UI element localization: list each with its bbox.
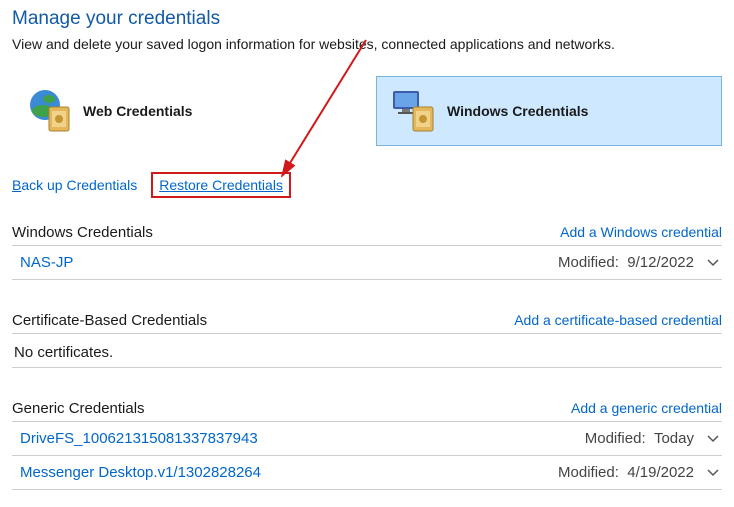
monitor-safe-icon <box>389 87 437 135</box>
restore-credentials-link[interactable]: Restore Credentials <box>159 177 283 193</box>
backup-credentials-link[interactable]: Back up Credentials <box>12 177 137 193</box>
tab-web-credentials[interactable]: Web Credentials <box>12 76 358 146</box>
section-windows-title: Windows Credentials <box>12 224 153 241</box>
add-cert-credential-link[interactable]: Add a certificate-based credential <box>514 312 722 328</box>
chevron-down-icon[interactable] <box>706 256 720 270</box>
modified-value: 9/12/2022 <box>627 254 694 271</box>
chevron-down-icon[interactable] <box>706 466 720 480</box>
page-title: Manage your credentials <box>12 8 722 30</box>
section-cert-title: Certificate-Based Credentials <box>12 312 207 329</box>
add-windows-credential-link[interactable]: Add a Windows credential <box>560 224 722 240</box>
chevron-down-icon[interactable] <box>706 432 720 446</box>
credential-name[interactable]: Messenger Desktop.v1/1302828264 <box>20 464 261 481</box>
credential-row[interactable]: Messenger Desktop.v1/1302828264 Modified… <box>12 456 722 490</box>
modified-label: Modified: <box>558 464 619 481</box>
modified-label: Modified: <box>558 254 619 271</box>
tab-windows-credentials[interactable]: Windows Credentials <box>376 76 722 146</box>
credential-name[interactable]: NAS-JP <box>20 254 73 271</box>
tab-web-credentials-label: Web Credentials <box>83 103 192 119</box>
modified-label: Modified: <box>585 430 646 447</box>
credential-name[interactable]: DriveFS_100621315081337837943 <box>20 430 258 447</box>
tab-windows-credentials-label: Windows Credentials <box>447 103 588 119</box>
credential-row[interactable]: NAS-JP Modified: 9/12/2022 <box>12 246 722 280</box>
restore-credentials-highlight: Restore Credentials <box>151 172 291 198</box>
add-generic-credential-link[interactable]: Add a generic credential <box>571 400 722 416</box>
section-generic-title: Generic Credentials <box>12 400 145 417</box>
cert-empty-text: No certificates. <box>12 334 722 368</box>
globe-safe-icon <box>25 87 73 135</box>
page-subtitle: View and delete your saved logon informa… <box>12 36 722 52</box>
credential-row[interactable]: DriveFS_100621315081337837943 Modified: … <box>12 422 722 456</box>
modified-value: 4/19/2022 <box>627 464 694 481</box>
modified-value: Today <box>654 430 694 447</box>
